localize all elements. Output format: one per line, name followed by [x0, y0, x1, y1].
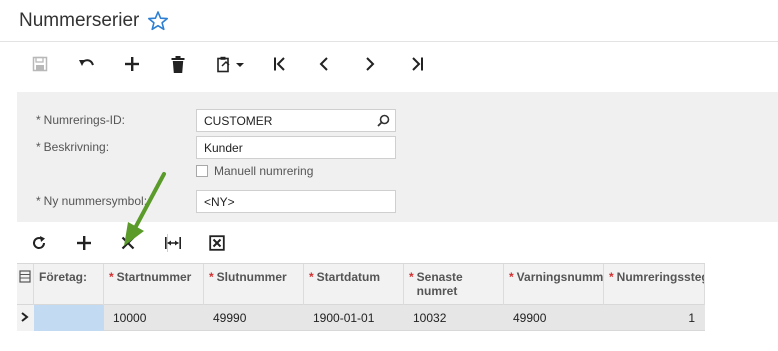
- column-settings-icon[interactable]: [17, 264, 34, 306]
- column-header-warning-number[interactable]: *Varningsnummer: [504, 264, 604, 306]
- save-icon: [32, 56, 48, 72]
- column-header-last-number[interactable]: * Senaste numret: [404, 264, 504, 306]
- cell-start-date[interactable]: 1900-01-01: [304, 305, 404, 331]
- required-marker: *: [209, 270, 214, 284]
- cell-company[interactable]: [34, 305, 104, 331]
- save-button[interactable]: [28, 53, 52, 75]
- column-header-start-number[interactable]: * Startnummer: [104, 264, 204, 306]
- table-row[interactable]: 10000 49990 1900-01-01 10032 49900 1: [17, 305, 705, 331]
- required-marker: *: [109, 270, 114, 284]
- add-icon: [125, 57, 139, 71]
- delete-icon: [171, 55, 185, 73]
- annotation-arrow-icon: [124, 172, 166, 246]
- first-record-button[interactable]: [268, 53, 292, 75]
- screen: Nummerserier * Numrerings-ID: CUSTOMER *…: [0, 0, 778, 351]
- undo-button[interactable]: [75, 53, 99, 75]
- description-field[interactable]: Kunder: [196, 136, 396, 159]
- undo-icon: [79, 59, 94, 66]
- required-marker: *: [309, 270, 314, 284]
- required-marker: *: [36, 194, 41, 208]
- copy-paste-icon: [217, 56, 244, 72]
- next-record-icon: [366, 57, 375, 71]
- copy-paste-button[interactable]: [214, 53, 248, 75]
- last-record-button[interactable]: [405, 53, 429, 75]
- favorite-star-icon[interactable]: [147, 10, 169, 32]
- delete-button[interactable]: [166, 53, 190, 75]
- manual-numbering-label: Manuell numrering: [214, 164, 314, 178]
- grid-header-row: Företag: * Startnummer * Slutnummer * Start…: [17, 263, 705, 306]
- add-button[interactable]: [120, 53, 144, 75]
- cell-last-number[interactable]: 10032: [404, 305, 504, 331]
- refresh-button[interactable]: [28, 233, 50, 253]
- page-title: Nummerserier: [19, 10, 140, 31]
- cell-end-number[interactable]: 49990: [204, 305, 304, 331]
- manual-numbering-checkbox[interactable]: [196, 165, 208, 177]
- export-excel-icon: [209, 235, 225, 251]
- title-bar: Nummerserier: [0, 0, 778, 42]
- numbering-id-label: * Numrerings-ID:: [36, 113, 126, 127]
- add-row-button[interactable]: [73, 233, 95, 253]
- next-record-button[interactable]: [358, 53, 382, 75]
- previous-record-button[interactable]: [312, 53, 336, 75]
- first-record-icon: [274, 57, 285, 71]
- column-header-numbering-step[interactable]: * Numreringssteg: [604, 264, 705, 306]
- last-record-icon: [412, 57, 423, 71]
- numbering-id-value: CUSTOMER: [204, 114, 273, 128]
- export-excel-button[interactable]: [206, 233, 228, 253]
- description-label: * Beskrivning:: [36, 140, 110, 154]
- required-marker: *: [609, 270, 614, 284]
- required-marker: *: [36, 113, 41, 127]
- required-marker: *: [509, 270, 514, 284]
- refresh-icon: [33, 236, 46, 249]
- add-row-icon: [77, 236, 91, 250]
- manual-numbering-row: Manuell numrering: [196, 163, 313, 179]
- description-value: Kunder: [204, 141, 243, 155]
- column-header-end-number[interactable]: * Slutnummer: [204, 264, 304, 306]
- column-header-start-date[interactable]: * Startdatum: [304, 264, 404, 306]
- previous-record-icon: [319, 57, 328, 71]
- numbering-id-field[interactable]: CUSTOMER: [196, 109, 396, 132]
- cell-start-number[interactable]: 10000: [104, 305, 204, 331]
- required-marker: *: [36, 140, 41, 154]
- column-header-company[interactable]: Företag:: [34, 264, 104, 306]
- new-symbol-field[interactable]: <NY>: [196, 190, 396, 213]
- search-icon[interactable]: [377, 114, 390, 130]
- cell-numbering-step[interactable]: 1: [604, 305, 705, 331]
- cell-warning-number[interactable]: 49900: [504, 305, 604, 331]
- required-marker: *: [409, 270, 414, 284]
- new-symbol-value: <NY>: [204, 195, 235, 209]
- main-toolbar: [0, 43, 778, 87]
- row-selector-arrow-icon[interactable]: [17, 305, 34, 331]
